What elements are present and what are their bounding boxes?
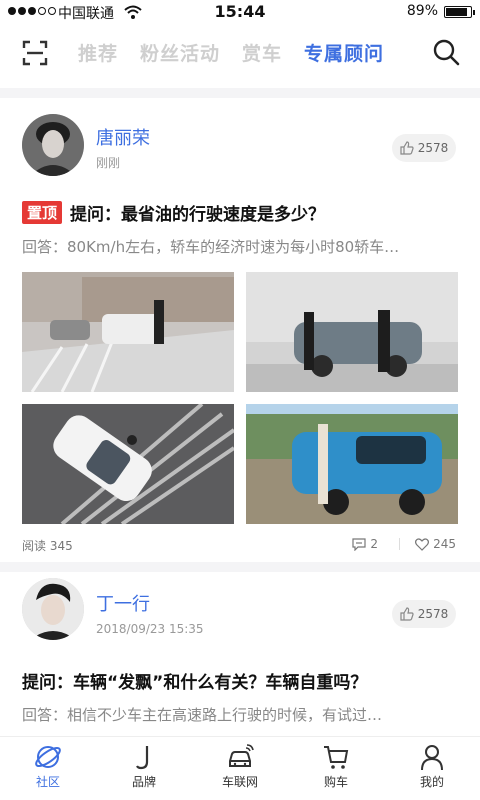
tab-brand[interactable]: 品牌 [96,737,192,800]
heart-count: 245 [433,537,456,551]
post-time: 2018/09/23 15:35 [96,622,204,636]
tab-label: 购车 [323,775,348,789]
tab-recommend[interactable]: 推荐 [78,39,118,66]
section-divider [0,562,480,572]
tab-buy-car[interactable]: 购车 [288,737,384,800]
pinned-badge: 置顶 [22,201,63,224]
question-text: 提问：车辆“发飘”和什么有关？车辆自重吗？ [22,673,368,693]
post-card[interactable]: 唐丽荣 刚刚 2578 置顶 提问：最省油的行驶速度是多少？ 回答：80Km/h… [0,98,480,562]
tab-label: 车联网 [221,775,258,789]
post-card[interactable]: 丁一行 2018/09/23 15:35 2578 提问：车辆“发飘”和什么有关… [0,572,480,736]
planet-icon [35,746,61,768]
j-letter-icon [136,746,149,770]
tab-label: 社区 [35,775,60,789]
avatar[interactable] [22,578,84,640]
like-button[interactable]: 2578 [392,600,456,628]
heart-button[interactable]: 245 [415,537,456,551]
tab-fan-activities[interactable]: 粉丝活动 [140,39,220,66]
battery-icon [444,6,475,18]
post-time: 刚刚 [96,156,121,170]
post-photo[interactable] [22,404,234,524]
question-title[interactable]: 置顶 提问：最省油的行驶速度是多少？ [22,200,462,225]
question-title[interactable]: 提问：车辆“发飘”和什么有关？车辆自重吗？ [22,668,462,693]
avatar[interactable] [22,114,84,176]
battery-percent: 89% [406,3,438,19]
question-text: 提问：最省油的行驶速度是多少？ [70,205,326,225]
tab-car-gallery[interactable]: 赏车 [242,39,282,66]
like-button[interactable]: 2578 [392,134,456,162]
tab-label: 我的 [419,775,444,789]
cart-icon [324,746,349,769]
answer-preview[interactable]: 回答：80Km/h左右，轿车的经济时速为每小时80轿车… [22,236,462,257]
scan-icon[interactable] [22,40,48,66]
read-count: 阅读 345 [22,539,73,553]
search-icon[interactable] [432,38,460,66]
person-icon [421,745,443,771]
like-count: 2578 [417,141,449,155]
bottom-tab-bar: 社区 品牌 车联网 购车 我的 [0,736,480,800]
status-bar: 中国联通 15:44 89% [0,0,480,24]
tab-mine[interactable]: 我的 [384,737,480,800]
thumbs-up-icon [400,607,414,621]
stats-divider [399,538,400,550]
like-count: 2578 [417,607,449,621]
tab-exclusive-advisor[interactable]: 专属顾问 [304,39,384,66]
answer-preview[interactable]: 回答：相信不少车主在高速路上行驶的时候，有试过… [22,704,462,725]
post-photo[interactable] [246,272,458,392]
thumbs-up-icon [400,141,414,155]
tab-community[interactable]: 社区 [0,737,96,800]
comment-count: 2 [370,537,378,551]
author-name[interactable]: 唐丽荣 [96,124,150,150]
comment-icon [352,537,366,551]
post-photo[interactable] [22,272,234,392]
tab-connected-car[interactable]: 车联网 [192,737,288,800]
category-tabs: 推荐 粉丝活动 赏车 专属顾问 [78,39,384,66]
author-name[interactable]: 丁一行 [96,590,150,616]
heart-icon [415,537,430,551]
top-nav: 推荐 粉丝活动 赏车 专属顾问 [0,24,480,84]
connected-car-icon [229,744,254,767]
comment-button[interactable]: 2 [352,537,378,551]
section-divider [0,88,480,98]
tab-label: 品牌 [131,775,156,789]
post-photo[interactable] [246,404,458,524]
